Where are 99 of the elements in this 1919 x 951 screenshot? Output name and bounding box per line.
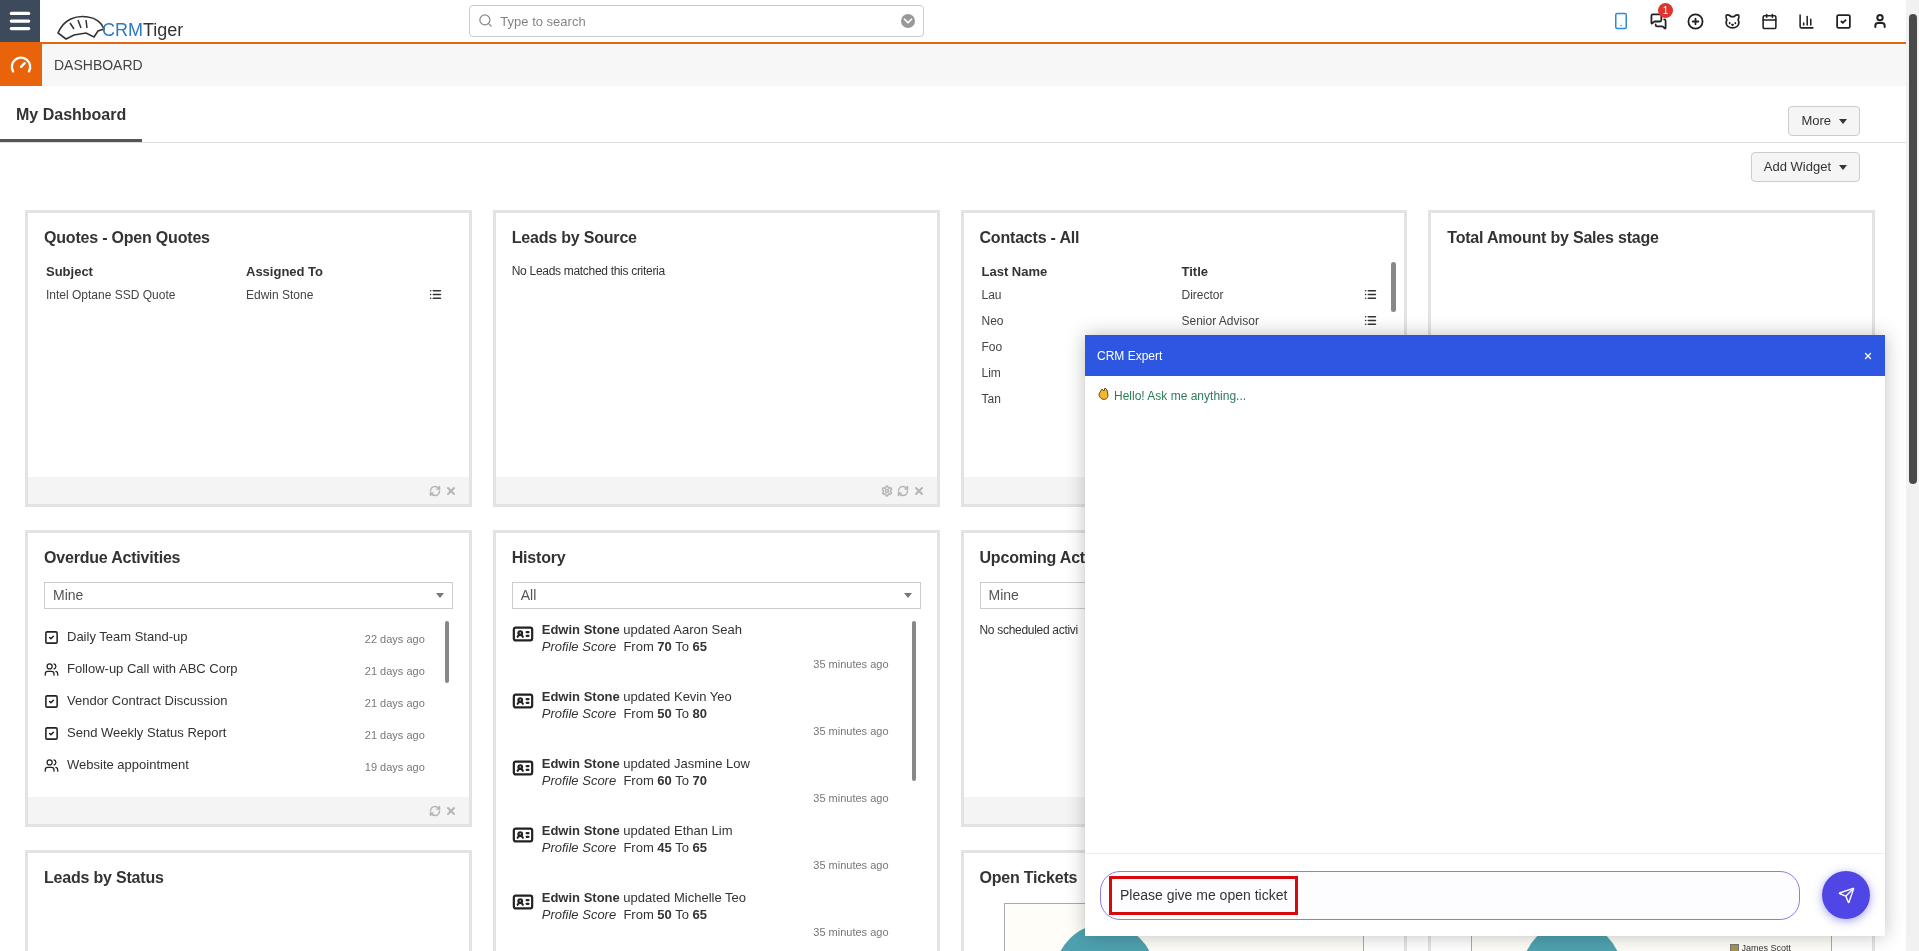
history-time: 35 minutes ago	[813, 926, 889, 938]
notification-badge: 1	[1658, 2, 1673, 18]
table-cell-text: Intel Optane SSD Quote	[46, 286, 176, 304]
history-change: Profile Score From 60 To 70	[541, 772, 708, 789]
page-scrollbar[interactable]	[1906, 0, 1919, 951]
activity-link[interactable]: Vendor Contract Discussion	[67, 691, 365, 711]
list-icon[interactable]	[1364, 314, 1378, 327]
caret-icon	[1839, 118, 1847, 124]
history-summary: Edwin Stone updated Michelle Teo	[541, 889, 747, 906]
task-checkbox-icon	[44, 693, 59, 709]
widget-title: Overdue Activities	[43, 548, 182, 568]
activity-time: 19 days ago	[364, 759, 425, 775]
task-checkbox-icon	[44, 629, 59, 645]
column-header: Title	[1181, 263, 1208, 281]
people-icon	[44, 757, 59, 773]
history-time: 35 minutes ago	[813, 859, 889, 871]
contact-card-icon	[511, 623, 534, 645]
legend-swatch	[1730, 944, 1740, 951]
activity-link[interactable]: Follow-up Call with ABC Corp	[67, 659, 365, 679]
table-cell-text: Neo	[981, 312, 1004, 330]
table-cell-text: Director	[1181, 286, 1224, 304]
mobile-icon[interactable]	[1612, 12, 1630, 30]
table-cell-text: Senior Advisor	[1181, 312, 1259, 330]
table-cell-text: Foo	[981, 338, 1003, 356]
empty-message: No scheduled activi	[978, 622, 1079, 639]
add-widget-button[interactable]: Add Widget	[1750, 152, 1860, 182]
table-cell-text: Lim	[981, 364, 1001, 382]
widget-title: Open Tickets	[978, 868, 1079, 888]
dashboard-tab[interactable]: My Dashboard	[0, 85, 143, 142]
activity-link[interactable]: Website appointment	[67, 755, 365, 775]
filter-select[interactable]: Mine	[44, 582, 453, 609]
message-text: Please give me open ticket	[1109, 875, 1299, 915]
message-input[interactable]: Please give me open ticket	[1100, 870, 1800, 920]
activity-link[interactable]: Daily Team Stand-up	[67, 627, 365, 647]
search-field[interactable]: Type to search	[469, 5, 925, 37]
calendar-icon[interactable]	[1761, 12, 1778, 30]
activity-time: 21 days ago	[364, 663, 425, 679]
checkbox-icon[interactable]	[1835, 12, 1852, 30]
empty-message: No Leads matched this criteria	[510, 263, 666, 280]
dropdown-caret-icon[interactable]	[901, 14, 916, 28]
legend-label: James Scott	[1741, 942, 1791, 951]
dropdown-caret-icon	[903, 593, 912, 598]
contact-card-icon	[511, 891, 534, 913]
scrollbar[interactable]	[911, 621, 916, 781]
caret-icon	[1839, 164, 1847, 170]
close-icon[interactable]	[1863, 350, 1873, 361]
widget-title: Total Amount by Sales stage	[1446, 228, 1660, 248]
history-change: Profile Score From 50 To 65	[541, 906, 708, 923]
widget-title: Upcoming Act	[978, 548, 1086, 568]
contact-card-icon	[511, 757, 534, 779]
chat-greeting: Hello! Ask me anything...	[1114, 388, 1247, 405]
history-time: 35 minutes ago	[813, 725, 889, 737]
bar-chart-icon[interactable]	[1798, 12, 1815, 30]
widget-title: Quotes - Open Quotes	[43, 228, 211, 248]
cat-face-icon[interactable]	[1724, 12, 1741, 30]
contact-card-icon	[511, 690, 534, 712]
history-summary: Edwin Stone updated Jasmine Low	[541, 755, 751, 772]
table-cell-text: Tan	[981, 390, 1001, 408]
list-icon[interactable]	[428, 288, 442, 301]
widget-title: Contacts - All	[978, 228, 1081, 248]
chat-title: CRM Expert	[1097, 347, 1163, 365]
column-header: Subject	[46, 263, 93, 281]
history-summary: Edwin Stone updated Ethan Lim	[541, 822, 734, 839]
user-icon[interactable]	[1872, 13, 1888, 29]
search-icon	[478, 13, 494, 28]
list-icon[interactable]	[1364, 288, 1378, 301]
widget-title: Leads by Status	[43, 868, 165, 888]
history-change: Profile Score From 70 To 65	[541, 638, 708, 655]
history-change: Profile Score From 45 To 65	[541, 839, 708, 856]
add-icon[interactable]	[1687, 12, 1704, 30]
scrollbar[interactable]	[444, 621, 449, 683]
table-cell-text: Edwin Stone	[246, 286, 314, 304]
more-button[interactable]: More	[1788, 106, 1860, 136]
menu-button[interactable]	[0, 0, 40, 42]
chat-icon[interactable]	[1650, 12, 1667, 30]
activity-time: 21 days ago	[364, 695, 425, 711]
logo-text: CRMTiger	[102, 21, 184, 41]
dropdown-caret-icon	[435, 593, 444, 598]
filter-select[interactable]: All	[511, 582, 921, 609]
history-time: 35 minutes ago	[813, 658, 889, 670]
activity-time: 22 days ago	[364, 631, 425, 647]
widget-title: History	[510, 548, 567, 568]
activity-link[interactable]: Send Weekly Status Report	[67, 723, 365, 743]
send-button[interactable]	[1822, 871, 1870, 919]
column-header: Last Name	[981, 263, 1048, 281]
send-icon	[1837, 886, 1855, 904]
table-cell-text: Lau	[981, 286, 1002, 304]
history-time: 35 minutes ago	[813, 792, 889, 804]
scrollbar[interactable]	[1391, 262, 1397, 312]
column-header: Assigned To	[246, 263, 324, 281]
page-title: DASHBOARD	[54, 55, 143, 75]
history-summary: Edwin Stone updated Kevin Yeo	[541, 688, 733, 705]
people-icon	[44, 661, 59, 677]
history-change: Profile Score From 50 To 80	[541, 705, 708, 722]
widget-title: Leads by Source	[510, 228, 638, 248]
history-summary: Edwin Stone updated Aaron Seah	[541, 621, 743, 638]
contact-card-icon	[511, 824, 534, 846]
activity-time: 21 days ago	[364, 727, 425, 743]
task-checkbox-icon	[44, 725, 59, 741]
